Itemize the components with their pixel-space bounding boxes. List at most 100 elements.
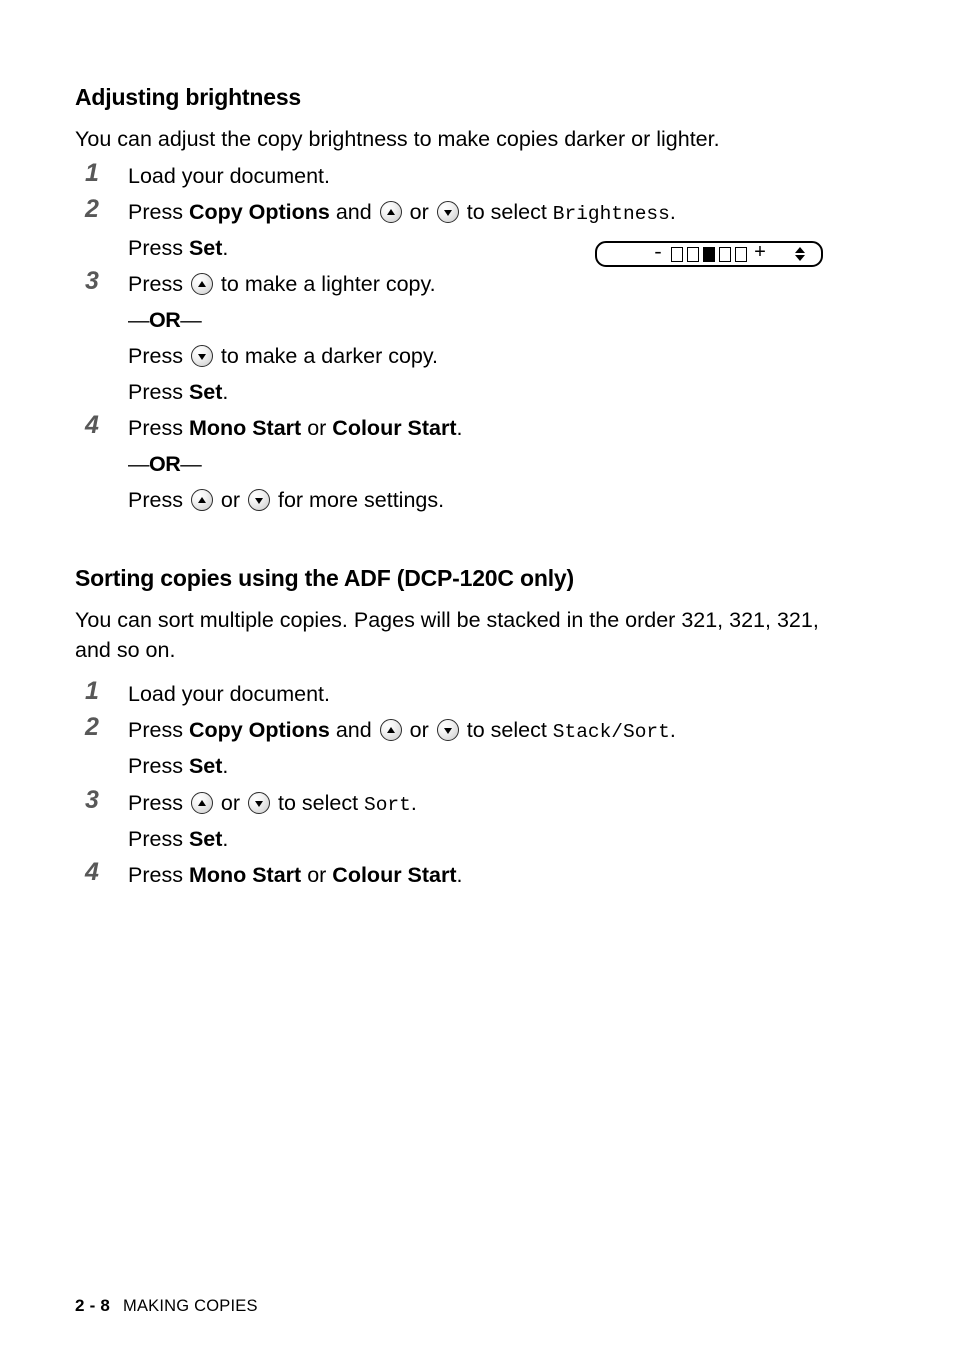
instruction-text: Press [128,236,189,260]
running-title: MAKING COPIES [123,1297,258,1315]
instruction-text: Press [128,827,189,851]
lcd-segment-5 [735,246,747,262]
step-line: Press Set. [128,821,895,857]
instruction-text: or [403,200,435,224]
lcd-brightness-display: - + [595,241,823,267]
arrow-up-key-icon [379,201,402,223]
section-heading-adjusting-brightness: Adjusting brightness [75,84,302,110]
step-line: Press or for more settings. [128,482,895,518]
instruction-text: . [456,416,463,440]
step-line: Press Mono Start or Colour Start. [128,857,895,893]
step-line: Load your document. [128,676,895,712]
lcd-segments [671,246,747,262]
arrow-down-key-icon [436,201,459,223]
control-name: Copy Options [188,718,330,742]
step-body: Load your document. [128,676,895,712]
instruction-text: Press [128,380,189,404]
arrow-up-key-icon [379,719,402,741]
step-number: 4 [85,858,99,886]
instruction-text: or [214,791,247,815]
page-footer: 2 - 8 MAKING COPIES [75,1296,258,1316]
step-number: 2 [85,195,99,223]
instruction-text: Load your document. [128,682,330,706]
step-3-section-1: 3 Press to make a lighter copy. —OR— Pre… [75,266,895,410]
instruction-text: Press [128,344,189,368]
step-4-section-2: 4 Press Mono Start or Colour Start. [75,857,895,893]
instruction-text: to select [460,200,553,224]
arrow-up-key-icon [190,792,213,814]
step-1-section-2: 1 Load your document. [75,676,895,712]
control-name: Set [188,827,223,851]
instruction-text: . [456,863,463,887]
step-line: Press or to select Sort. [128,785,895,821]
step-body: Press Mono Start or Colour Start. —OR— P… [128,410,895,518]
control-name: Colour Start [332,416,457,440]
instruction-text: . [669,200,676,224]
step-number: 3 [85,786,99,814]
instruction-text: or [403,718,435,742]
instruction-text: . [222,380,229,404]
control-name: Colour Start [332,863,457,887]
instruction-text: to select [272,791,365,815]
control-name: Set [188,236,223,260]
instruction-text: to make a darker copy. [214,344,438,368]
step-2-section-2: 2 Press Copy Options and or to select St… [75,712,895,784]
arrow-down-key-icon [436,719,459,741]
step-line: Press Copy Options and or to select Stac… [128,712,895,748]
arrow-down-key-icon [248,792,271,814]
instruction-text: Press [128,791,189,815]
step-body: Load your document. [128,158,895,194]
lcd-plus-label: + [754,242,767,265]
manual-page: Adjusting brightness You can adjust the … [0,0,954,1352]
instruction-text: Press [128,863,189,887]
step-number: 1 [85,677,99,705]
instruction-text: to select [460,718,553,742]
instruction-text: or [214,488,247,512]
lcd-minus-label: - [651,242,664,265]
instruction-text: to make a lighter copy. [214,272,436,296]
step-line: Press Copy Options and or to select Brig… [128,194,895,230]
control-name: Set [188,380,223,404]
step-number: 1 [85,159,99,187]
step-4-section-1: 4 Press Mono Start or Colour Start. —OR—… [75,410,895,518]
step-line: Press Set. [128,374,895,410]
section-heading-sorting-copies: Sorting copies using the ADF (DCP-120C o… [75,565,574,591]
step-body: Press or to select Sort. Press Set. [128,785,895,857]
control-name: Mono Start [188,416,302,440]
step-line: Press Set. [128,748,895,784]
step-line: Load your document. [128,158,895,194]
instruction-text: and [329,718,378,742]
instruction-text: Press [128,272,189,296]
instruction-text: or [301,863,333,887]
lcd-segment-1 [671,246,683,262]
page-number: 2 - 8 [75,1296,111,1315]
instruction-text: Press [128,754,189,778]
lcd-menu-text: Brightness [552,203,670,225]
instruction-text: . [410,791,417,815]
instruction-text: and [329,200,378,224]
step-number: 2 [85,713,99,741]
step-line: Press Mono Start or Colour Start. [128,410,895,446]
instruction-text: for more settings. [272,488,445,512]
lcd-menu-text: Sort [364,794,411,816]
section-intro-sorting-copies: You can sort multiple copies. Pages will… [75,608,819,662]
step-line: Press to make a lighter copy. [128,266,895,302]
step-line: Press to make a darker copy. [128,338,895,374]
arrow-down-key-icon [248,489,271,511]
instruction-text: or [301,416,333,440]
or-separator: —OR— [128,452,202,476]
control-name: Copy Options [188,200,330,224]
up-down-arrows-icon [795,247,805,261]
step-body: Press Copy Options and or to select Stac… [128,712,895,784]
lcd-brightness-scale: - + [597,244,821,264]
instruction-text: Press [128,718,189,742]
step-3-section-2: 3 Press or to select Sort. Press Set. [75,785,895,857]
instruction-text: Press [128,488,189,512]
arrow-up-key-icon [190,489,213,511]
control-name: Mono Start [188,863,302,887]
control-name: Set [188,754,223,778]
instruction-text: Load your document. [128,164,330,188]
instruction-text: . [222,754,229,778]
step-number: 3 [85,267,99,295]
arrow-up-key-icon [190,273,213,295]
